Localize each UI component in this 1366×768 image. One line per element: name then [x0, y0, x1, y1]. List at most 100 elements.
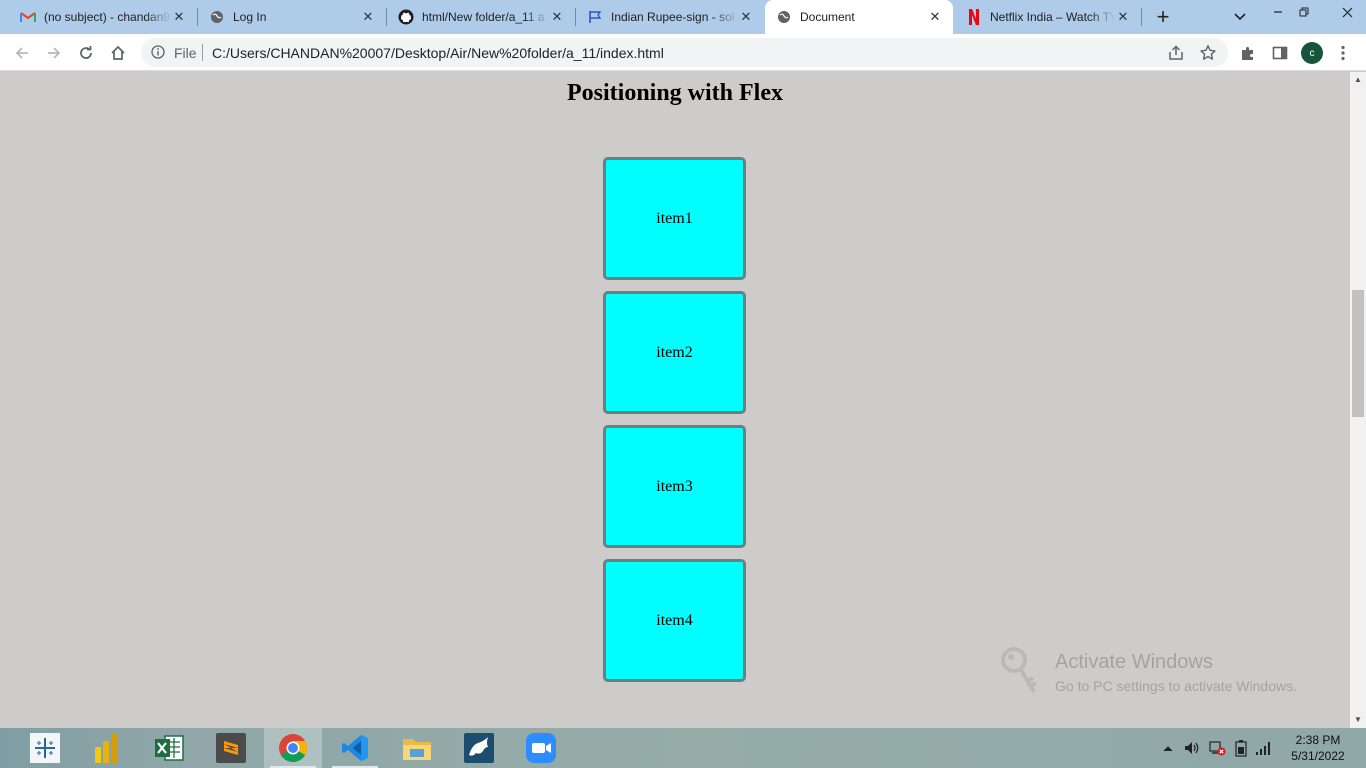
gmail-icon [20, 9, 36, 25]
tab-title: Netflix India – Watch TV [990, 10, 1115, 24]
taskbar-tableau[interactable] [16, 728, 74, 768]
minimize-icon [1274, 11, 1282, 13]
scroll-down-button[interactable]: ▼ [1350, 712, 1366, 726]
tab-netflix[interactable]: Netflix India – Watch TV ✕ [953, 0, 1141, 34]
show-hidden-icons-button[interactable] [1160, 728, 1176, 768]
close-icon[interactable]: ✕ [1115, 9, 1131, 25]
flex-item: item3 [603, 425, 746, 548]
flex-item: item2 [603, 291, 746, 414]
chevron-down-icon [1234, 13, 1246, 21]
browser-menu-button[interactable] [1333, 43, 1353, 63]
share-icon[interactable] [1167, 44, 1185, 62]
home-icon [111, 45, 125, 60]
globe-icon [209, 9, 225, 25]
close-icon[interactable]: ✕ [549, 9, 565, 25]
tab-title: Log In [233, 10, 267, 24]
clock-time: 2:38 PM [1295, 733, 1341, 747]
tab-strip: (no subject) - chandan9 ✕ Log In ✕ html/… [0, 0, 1366, 34]
side-panel-icon [1272, 46, 1288, 60]
battery-icon [1235, 740, 1247, 757]
taskbar-excel[interactable] [140, 728, 198, 768]
reload-button[interactable] [74, 41, 98, 65]
tab-log-in[interactable]: Log In ✕ [198, 0, 386, 34]
url-text[interactable]: C:/Users/CHANDAN%20007/Desktop/Air/New%2… [212, 45, 664, 61]
tab-title: html/New folder/a_11 a [422, 10, 545, 24]
tab-title: Indian Rupee-sign - sol [611, 10, 735, 24]
file-explorer-icon [403, 739, 431, 760]
watermark-subtitle: Go to PC settings to activate Windows. [1055, 678, 1297, 694]
tab-title: Document [800, 10, 855, 24]
globe-icon [776, 9, 792, 25]
side-panel-button[interactable] [1270, 43, 1290, 63]
close-icon[interactable]: ✕ [927, 9, 943, 25]
tab-document[interactable]: Document ✕ [765, 0, 953, 34]
address-bar[interactable]: File C:/Users/CHANDAN%20007/Desktop/Air/… [141, 38, 1228, 67]
speaker-icon [1185, 742, 1199, 754]
wifi-button[interactable] [1254, 728, 1274, 768]
tab-github[interactable]: html/New folder/a_11 a ✕ [387, 0, 575, 34]
taskbar-sublime-text[interactable] [202, 728, 260, 768]
watermark-title: Activate Windows [1055, 651, 1213, 673]
close-icon [1342, 7, 1352, 17]
tab-search-button[interactable] [1229, 7, 1251, 27]
clock-date: 5/31/2022 [1291, 749, 1345, 763]
windows-taskbar: 2:38 PM 5/31/2022 [0, 728, 1366, 768]
tab-divider [1141, 8, 1142, 26]
tab-title: (no subject) - chandan9 [44, 10, 171, 24]
battery-button[interactable] [1232, 728, 1250, 768]
taskbar-clock[interactable]: 2:38 PM 5/31/2022 [1280, 732, 1356, 764]
forward-button[interactable] [42, 41, 66, 65]
taskbar-chrome[interactable] [264, 728, 322, 768]
tab-rupee-sign[interactable]: Indian Rupee-sign - sol ✕ [576, 0, 764, 34]
new-tab-button[interactable]: + [1151, 4, 1175, 29]
github-icon [398, 9, 414, 25]
close-icon[interactable]: ✕ [738, 9, 754, 25]
scroll-up-button[interactable]: ▲ [1350, 72, 1366, 86]
close-icon[interactable]: ✕ [171, 9, 187, 25]
page-viewport: Positioning with Flex item1 item2 item3 … [0, 72, 1350, 728]
address-divider [202, 44, 203, 61]
taskbar-mysql-workbench[interactable] [450, 728, 508, 768]
tab-gmail[interactable]: (no subject) - chandan9 ✕ [0, 0, 197, 34]
restore-icon [1299, 7, 1309, 17]
star-icon[interactable] [1199, 44, 1217, 62]
taskbar-zoom[interactable] [512, 728, 570, 768]
restore-button[interactable] [1289, 0, 1319, 24]
flex-container: item1 item2 item3 item4 [603, 157, 746, 682]
tableau-icon [30, 733, 60, 763]
chevron-up-icon [1163, 745, 1173, 751]
scheme-label: File [174, 45, 197, 61]
page-title: Positioning with Flex [566, 80, 783, 106]
network-error-icon [1209, 741, 1226, 756]
signal-bars-icon [1256, 742, 1270, 755]
browser-toolbar: File C:/Users/CHANDAN%20007/Desktop/Air/… [0, 34, 1366, 71]
more-vert-icon [1341, 45, 1345, 61]
mysql-workbench-icon [464, 733, 494, 763]
arrow-right-icon [48, 47, 61, 59]
taskbar-vscode[interactable] [326, 728, 384, 768]
netflix-icon [966, 9, 982, 25]
extensions-button[interactable] [1238, 43, 1258, 63]
close-icon[interactable]: ✕ [360, 9, 376, 25]
home-button[interactable] [106, 41, 130, 65]
sublime-text-icon [216, 733, 246, 763]
flag-icon [587, 9, 603, 25]
vscode-icon [342, 735, 368, 761]
close-window-button[interactable] [1332, 0, 1362, 24]
back-button[interactable] [10, 41, 34, 65]
taskbar-power-bi[interactable] [77, 728, 135, 768]
chrome-icon [279, 734, 307, 762]
scrollbar-thumb[interactable] [1352, 290, 1364, 417]
profile-avatar[interactable]: c [1301, 42, 1323, 64]
excel-icon [155, 735, 184, 761]
taskbar-file-explorer[interactable] [388, 728, 446, 768]
puzzle-icon [1242, 47, 1253, 60]
volume-button[interactable] [1182, 728, 1202, 768]
key-icon [1001, 647, 1038, 694]
zoom-icon [526, 733, 556, 763]
vertical-scrollbar[interactable]: ▲ ▼ [1350, 72, 1366, 728]
network-status-button[interactable] [1207, 728, 1227, 768]
info-icon [151, 45, 165, 59]
reload-icon [80, 46, 92, 59]
flex-item: item4 [603, 559, 746, 682]
